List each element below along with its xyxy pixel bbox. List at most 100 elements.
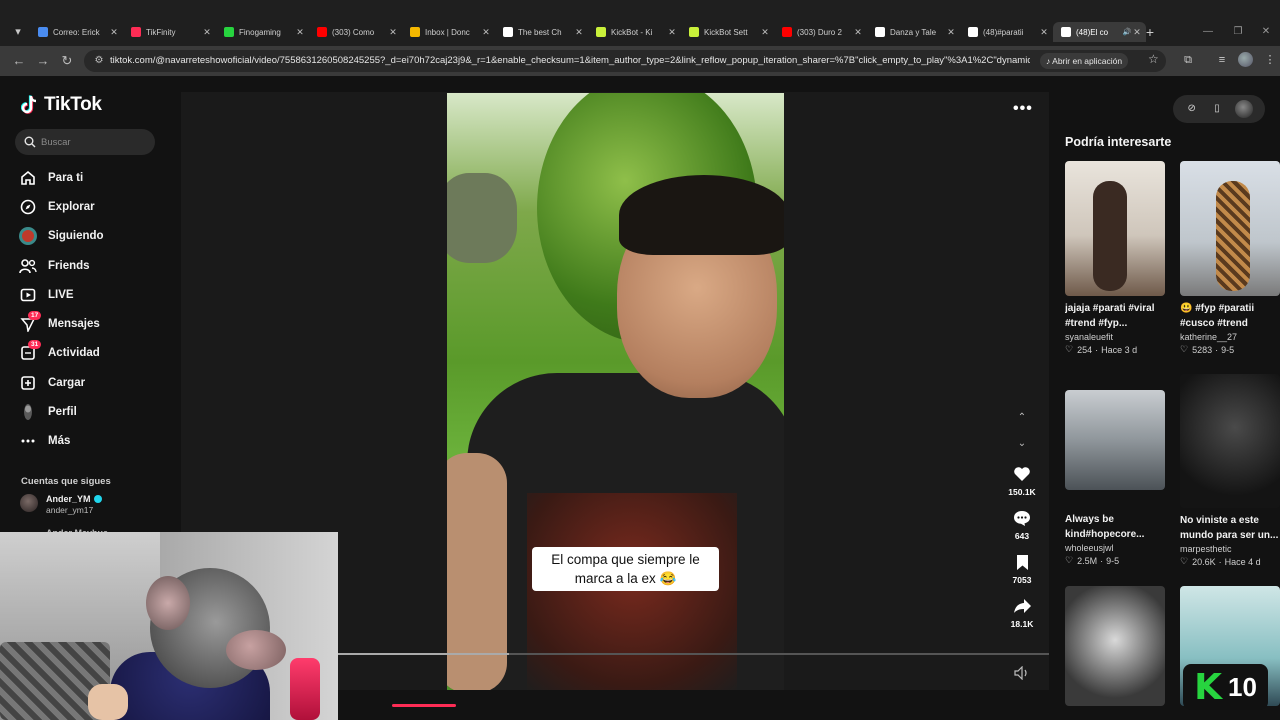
sidebar-item-para-ti[interactable]: Para ti (18, 163, 168, 192)
browser-tab[interactable]: KickBot Sett ✕ (681, 22, 774, 42)
extensions-icon[interactable]: ⧉ (1180, 51, 1196, 69)
following-name-text: Ander_YM (46, 494, 91, 504)
reading-list-icon[interactable]: ≡ (1214, 51, 1230, 69)
video-thumbnail (1180, 161, 1280, 296)
like-count: 150.1K (1008, 487, 1036, 497)
close-tab-icon[interactable]: ✕ (388, 27, 398, 38)
sidebar-item-explorar[interactable]: Explorar (18, 192, 168, 221)
sidebar-item-mensajes[interactable]: 17 Mensajes (18, 309, 168, 338)
card-date: Hace 3 d (1101, 344, 1138, 355)
close-tab-icon[interactable]: ✕ (295, 27, 305, 38)
bookmark-star-icon[interactable]: ☆ (1148, 52, 1159, 66)
device-icon[interactable]: ▯ (1210, 102, 1224, 116)
youtube-icon (782, 27, 792, 37)
recommendation-card[interactable]: No viniste a este mundo para ser un... m… (1180, 374, 1280, 567)
close-tab-icon[interactable]: ✕ (1039, 27, 1049, 38)
browser-tab[interactable]: (48)#paratii ✕ (960, 22, 1053, 42)
live-icon (18, 285, 38, 305)
save-button[interactable]: 7053 (1004, 552, 1040, 585)
notification-badge: 17 (28, 311, 42, 321)
browser-tab[interactable]: KickBot - Ki ✕ (588, 22, 681, 42)
tiktok-logo[interactable]: TikTok (20, 94, 102, 116)
coin-icon[interactable]: ⊘ (1185, 102, 1199, 116)
sidebar-item-m-s[interactable]: Más (18, 427, 168, 456)
new-tab-button[interactable]: + (1142, 22, 1158, 42)
close-tab-icon[interactable]: ✕ (481, 27, 491, 38)
url-text[interactable]: tiktok.com/@navarreteshowoficial/video/7… (110, 50, 1030, 72)
sidebar-item-perfil[interactable]: Perfil (18, 397, 168, 426)
minimize-icon[interactable]: — (1200, 22, 1216, 42)
tab-title: Inbox | Donc (425, 27, 470, 37)
close-tab-icon[interactable]: ✕ (853, 27, 863, 38)
more-options-icon[interactable]: ••• (1013, 100, 1033, 118)
tab-search-dropdown-icon[interactable]: ▾ (8, 22, 28, 42)
chevron-up-icon[interactable]: ⌃ (1015, 411, 1029, 425)
avatar (20, 494, 38, 512)
search-input[interactable] (41, 129, 149, 155)
browser-tab[interactable]: (48)El co 🔊 ✕ (1053, 22, 1146, 42)
open-in-app-button[interactable]: ♪ Abrir en aplicación (1040, 53, 1129, 69)
bookmark-icon (1004, 552, 1040, 572)
omnibox[interactable]: ⚙ tiktok.com/@navarreteshowoficial/video… (84, 50, 1166, 72)
close-tab-icon[interactable]: ✕ (109, 27, 119, 38)
forward-icon[interactable]: → (34, 52, 52, 70)
site-info-icon[interactable]: ⚙ (92, 54, 106, 68)
browser-tab[interactable]: Inbox | Donc ✕ (402, 22, 495, 42)
chevron-down-icon[interactable]: ⌄ (1015, 437, 1029, 451)
card-likes: 20.6K (1192, 556, 1216, 567)
recommendation-card[interactable]: Always be kind#hopecore... wholeeusjwl ♡… (1065, 390, 1167, 566)
browser-tab[interactable]: Finogaming ✕ (216, 22, 309, 42)
close-tab-icon[interactable]: ✕ (1132, 27, 1142, 38)
browser-profile-avatar[interactable] (1238, 52, 1253, 67)
tab-title: The best Ch (518, 27, 562, 37)
restore-icon[interactable]: ❐ (1230, 22, 1246, 42)
sidebar-item-label: Perfil (48, 406, 77, 419)
heart-icon (1004, 464, 1040, 484)
close-tab-icon[interactable]: ✕ (946, 27, 956, 38)
close-window-icon[interactable]: ✕ (1258, 22, 1274, 42)
browser-tab[interactable]: (303) Duro 2 ✕ (774, 22, 867, 42)
browser-tab[interactable]: (303) Como ✕ (309, 22, 402, 42)
back-icon[interactable]: ← (10, 52, 28, 70)
card-title: No viniste a este mundo para ser un... (1180, 515, 1279, 541)
close-tab-icon[interactable]: ✕ (667, 27, 677, 38)
card-date: Hace 4 d (1224, 556, 1261, 567)
sidebar-item-actividad[interactable]: 31 Actividad (18, 339, 168, 368)
browser-tab[interactable]: Correo: Erick ✕ (30, 22, 123, 42)
avatar[interactable] (1235, 100, 1254, 118)
browser-tab[interactable]: The best Ch ✕ (495, 22, 588, 42)
volume-icon[interactable] (1014, 666, 1030, 680)
browser-menu-icon[interactable]: ⋮ (1262, 51, 1278, 69)
sidebar-item-friends[interactable]: Friends (18, 251, 168, 280)
card-title: jajaja #parati #viral #trend #fyp... (1065, 303, 1155, 329)
recommendation-card[interactable]: jajaja #parati #viral #trend #fyp... sya… (1065, 161, 1167, 355)
browser-tab[interactable]: Danza y Tale ✕ (867, 22, 960, 42)
card-title: Always be kind#hopecore... (1065, 514, 1145, 540)
recommendation-card[interactable] (1065, 586, 1167, 706)
speaker-icon[interactable]: 🔊 (1122, 28, 1132, 36)
close-tab-icon[interactable]: ✕ (760, 27, 770, 38)
compass-icon (18, 197, 38, 217)
sidebar-item-live[interactable]: LIVE (18, 280, 168, 309)
sidebar-item-cargar[interactable]: Cargar (18, 368, 168, 397)
search-box[interactable] (15, 129, 155, 155)
card-likes: 5283 (1192, 344, 1213, 355)
sidebar-item-siguiendo[interactable]: Siguiendo (18, 222, 168, 251)
video-player[interactable] (447, 93, 784, 690)
like-button[interactable]: 150.1K (1004, 464, 1040, 497)
comment-button[interactable]: 643 (1004, 508, 1040, 541)
share-button[interactable]: 18.1K (1004, 596, 1040, 629)
messages-icon: 17 (18, 311, 42, 334)
reload-icon[interactable]: ↻ (58, 52, 76, 70)
recommendation-card[interactable]: 😃 #fyp #paratii #cusco #trend katherine_… (1180, 161, 1280, 355)
browser-tab[interactable]: TikFinity ✕ (123, 22, 216, 42)
close-tab-icon[interactable]: ✕ (202, 27, 212, 38)
share-count: 18.1K (1010, 619, 1034, 629)
following-account[interactable]: Ander_YM ander_ym17 (20, 494, 102, 515)
share-arrow-icon (1004, 596, 1040, 616)
tab-title: (48)El co (1076, 27, 1109, 37)
close-tab-icon[interactable]: ✕ (574, 27, 584, 38)
viewer-count: 10 (1227, 671, 1257, 702)
verified-icon (93, 495, 102, 503)
tikfinity-icon (131, 27, 141, 37)
